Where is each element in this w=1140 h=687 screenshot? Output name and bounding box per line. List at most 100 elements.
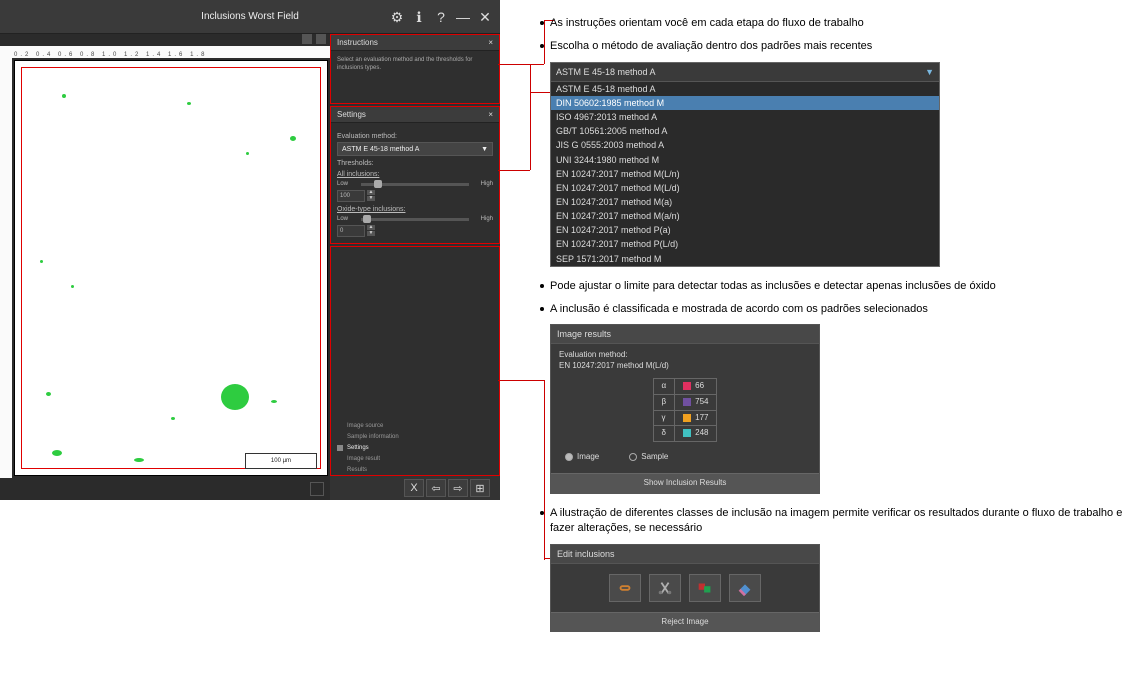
results-symbol: δ bbox=[653, 426, 675, 442]
reject-image-button[interactable]: Reject Image bbox=[551, 612, 819, 632]
workflow-step[interactable]: Sample information bbox=[337, 431, 493, 442]
dropdown-selected-value: ASTM E 45-18 method A bbox=[556, 66, 656, 78]
results-value: 248 bbox=[675, 426, 717, 442]
edit-header: Edit inclusions bbox=[551, 545, 819, 564]
dropdown-option[interactable]: ISO 4967:2013 method A bbox=[551, 110, 939, 124]
workflow-step[interactable]: Image source bbox=[337, 420, 493, 431]
dropdown-option[interactable]: DIN 50602:1985 method M bbox=[551, 96, 939, 110]
dropdown-option[interactable]: UNI 3244:1980 method M bbox=[551, 153, 939, 167]
color-swatch-icon bbox=[683, 382, 691, 390]
nav-back-button[interactable]: ⇦ bbox=[426, 479, 446, 497]
viewer-tool-1-icon[interactable] bbox=[302, 34, 312, 44]
sample-image[interactable]: 100 µm bbox=[14, 60, 328, 476]
oxide-inclusions-slider[interactable] bbox=[361, 218, 469, 221]
scale-bar: 100 µm bbox=[245, 453, 317, 469]
bullet-icon bbox=[540, 284, 544, 288]
eval-method-dropdown[interactable]: ASTM E 45-18 method A ▼ bbox=[337, 142, 493, 156]
results-eval-label: Evaluation method: bbox=[559, 350, 811, 361]
radio-sample[interactable]: Sample bbox=[629, 452, 668, 463]
annotation-text: Pode ajustar o limite para detectar toda… bbox=[550, 279, 996, 294]
value-stepper[interactable]: ▲▼ bbox=[367, 190, 375, 202]
eval-method-value: ASTM E 45-18 method A bbox=[342, 146, 419, 153]
show-inclusion-results-button[interactable]: Show Inclusion Results bbox=[551, 473, 819, 493]
nav-close-button[interactable]: X bbox=[404, 479, 424, 497]
workflow-step-active[interactable]: Settings bbox=[337, 442, 493, 453]
info-icon[interactable]: ℹ bbox=[412, 10, 426, 24]
all-inclusions-slider[interactable] bbox=[361, 183, 469, 186]
viewer-tool-2-icon[interactable] bbox=[316, 34, 326, 44]
dropdown-option[interactable]: EN 10247:2017 method M(L/d) bbox=[551, 181, 939, 195]
ruler-horizontal: 0.2 0.4 0.6 0.8 1.0 1.2 1.4 1.6 1.8 bbox=[0, 46, 330, 58]
bullet-icon bbox=[540, 21, 544, 25]
inclusion-blob bbox=[246, 152, 249, 155]
minimize-icon[interactable]: — bbox=[456, 10, 470, 24]
color-swatch-icon bbox=[683, 414, 691, 422]
erase-tool-button[interactable] bbox=[729, 574, 761, 602]
results-symbol: γ bbox=[653, 410, 675, 426]
slider-low-label: Low bbox=[337, 181, 357, 187]
panel-close-icon[interactable]: × bbox=[488, 38, 493, 47]
results-value: 66 bbox=[675, 379, 717, 395]
annotation-item: A ilustração de diferentes classes de in… bbox=[540, 506, 1130, 536]
oxide-inclusions-value[interactable]: 0 bbox=[337, 225, 365, 237]
workflow-step[interactable]: Results bbox=[337, 464, 493, 475]
color-swatch-icon bbox=[683, 398, 691, 406]
thresholds-label: Thresholds: bbox=[337, 160, 493, 167]
annotation-column: As instruções orientam você em cada etap… bbox=[540, 16, 1130, 632]
slider-high-label: High bbox=[473, 181, 493, 187]
inclusion-blob bbox=[290, 136, 296, 141]
dropdown-option[interactable]: SEP 1571:2017 method M bbox=[551, 252, 939, 266]
results-value: 177 bbox=[675, 410, 717, 426]
dropdown-selected[interactable]: ASTM E 45-18 method A ▼ bbox=[551, 63, 939, 82]
results-value: 754 bbox=[675, 394, 717, 410]
dropdown-option[interactable]: ASTM E 45-18 method A bbox=[551, 82, 939, 96]
value-stepper[interactable]: ▲▼ bbox=[367, 225, 375, 237]
dropdown-option[interactable]: EN 10247:2017 method M(a/n) bbox=[551, 209, 939, 223]
dropdown-option[interactable]: EN 10247:2017 method P(a) bbox=[551, 223, 939, 237]
annotation-text: A inclusão é classificada e mostrada de … bbox=[550, 302, 928, 317]
gear-icon[interactable]: ⚙ bbox=[390, 10, 404, 24]
help-icon[interactable]: ? bbox=[434, 10, 448, 24]
radio-image[interactable]: Image bbox=[565, 452, 599, 463]
eval-method-dropdown-expanded[interactable]: ASTM E 45-18 method A ▼ ASTM E 45-18 met… bbox=[550, 62, 940, 267]
nav-forward-button[interactable]: ⇨ bbox=[448, 479, 468, 497]
viewer-footer-icon[interactable] bbox=[310, 482, 324, 496]
link-tool-button[interactable] bbox=[609, 574, 641, 602]
cut-tool-button[interactable] bbox=[649, 574, 681, 602]
annotation-text: As instruções orientam você em cada etap… bbox=[550, 16, 864, 31]
dropdown-option[interactable]: EN 10247:2017 method M(a) bbox=[551, 195, 939, 209]
dropdown-option[interactable]: GB/T 10561:2005 method A bbox=[551, 124, 939, 138]
workflow-step[interactable]: Image result bbox=[337, 453, 493, 464]
viewer-footer bbox=[0, 478, 330, 500]
edit-inclusions-panel: Edit inclusions Reject Image bbox=[550, 544, 820, 633]
results-symbol: α bbox=[653, 379, 675, 395]
chevron-down-icon: ▼ bbox=[925, 66, 934, 78]
annotation-text: Escolha o método de avaliação dentro dos… bbox=[550, 39, 872, 54]
edit-tools-row bbox=[551, 564, 819, 612]
settings-title: Settings bbox=[337, 110, 366, 119]
slider-thumb[interactable] bbox=[374, 180, 382, 188]
all-inclusions-label: All inclusions: bbox=[337, 171, 493, 178]
radio-icon bbox=[629, 453, 637, 461]
recolor-tool-button[interactable] bbox=[689, 574, 721, 602]
results-row: α66 bbox=[653, 379, 717, 395]
workflow-progress-panel: Image source Sample information Settings… bbox=[330, 246, 500, 476]
panel-close-icon[interactable]: × bbox=[488, 110, 493, 119]
close-icon[interactable]: ✕ bbox=[478, 10, 492, 24]
slider-low-label: Low bbox=[337, 216, 357, 222]
dropdown-option[interactable]: EN 10247:2017 method P(L/d) bbox=[551, 237, 939, 251]
dropdown-option[interactable]: EN 10247:2017 method M(L/n) bbox=[551, 167, 939, 181]
side-panel-column: Instructions × Select an evaluation meth… bbox=[330, 34, 500, 500]
titlebar: Inclusions Worst Field ⚙ ℹ ? — ✕ bbox=[0, 0, 500, 34]
results-header: Image results bbox=[551, 325, 819, 344]
results-table: α66β754γ177δ248 bbox=[653, 378, 718, 442]
nav-extra-button[interactable]: ⊞ bbox=[470, 479, 490, 497]
results-eval-value: EN 10247:2017 method M(L/d) bbox=[559, 361, 811, 372]
settings-panel: Settings × Evaluation method: ASTM E 45-… bbox=[330, 106, 500, 244]
nav-footer: X ⇦ ⇨ ⊞ bbox=[330, 476, 500, 500]
dropdown-option[interactable]: JIS G 0555:2003 method A bbox=[551, 138, 939, 152]
all-inclusions-value[interactable]: 100 bbox=[337, 190, 365, 202]
slider-high-label: High bbox=[473, 216, 493, 222]
slider-thumb[interactable] bbox=[363, 215, 371, 223]
results-row: β754 bbox=[653, 394, 717, 410]
